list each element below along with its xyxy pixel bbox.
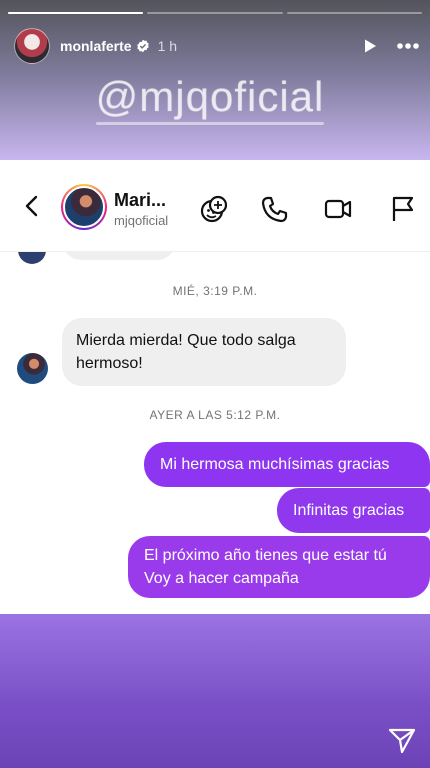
outgoing-message[interactable]: Mi hermosa muchísimas gracias bbox=[144, 442, 430, 487]
progress-fill-1 bbox=[8, 12, 144, 14]
play-icon[interactable] bbox=[362, 38, 378, 54]
contact-avatar-small bbox=[17, 353, 48, 384]
chat-screenshot: Mari... mjqoficial MIÉ, 3:19 P.M. Mierda… bbox=[0, 160, 430, 614]
story-username[interactable]: monlaferte bbox=[60, 38, 132, 54]
incoming-message[interactable]: Mierda mierda! Que todo salga hermoso! bbox=[62, 318, 346, 386]
video-icon[interactable] bbox=[323, 194, 353, 224]
chat-avatar[interactable] bbox=[61, 184, 107, 230]
send-icon[interactable] bbox=[388, 727, 416, 755]
sticker-icon[interactable] bbox=[199, 194, 229, 224]
timestamp: AYER A LAS 5:12 P.M. bbox=[149, 408, 281, 422]
progress-segment bbox=[8, 12, 144, 14]
progress-segment bbox=[286, 12, 422, 14]
mention-sticker[interactable]: @mjqoficial bbox=[96, 70, 324, 124]
chat-header: Mari... mjqoficial bbox=[0, 160, 430, 252]
chat-contact-name[interactable]: Mari... bbox=[114, 190, 166, 211]
story-header: monlaferte 1 h bbox=[14, 28, 420, 64]
back-chevron-icon[interactable] bbox=[20, 194, 44, 218]
outgoing-message[interactable]: El próximo año tienes que estar tú Voy a… bbox=[128, 536, 430, 598]
timestamp: MIÉ, 3:19 P.M. bbox=[172, 284, 258, 298]
chat-contact-handle: mjqoficial bbox=[114, 213, 169, 228]
phone-icon[interactable] bbox=[260, 194, 290, 224]
story-progress bbox=[8, 12, 422, 14]
verified-icon bbox=[136, 39, 149, 53]
story-time: 1 h bbox=[157, 38, 178, 54]
more-icon[interactable] bbox=[396, 42, 420, 50]
flag-icon[interactable] bbox=[388, 194, 418, 224]
story-avatar[interactable] bbox=[14, 28, 50, 64]
progress-segment bbox=[147, 12, 283, 14]
story-background-bottom bbox=[0, 614, 430, 768]
outgoing-message[interactable]: Infinitas gracias bbox=[277, 488, 430, 533]
mention-underline bbox=[96, 122, 324, 125]
